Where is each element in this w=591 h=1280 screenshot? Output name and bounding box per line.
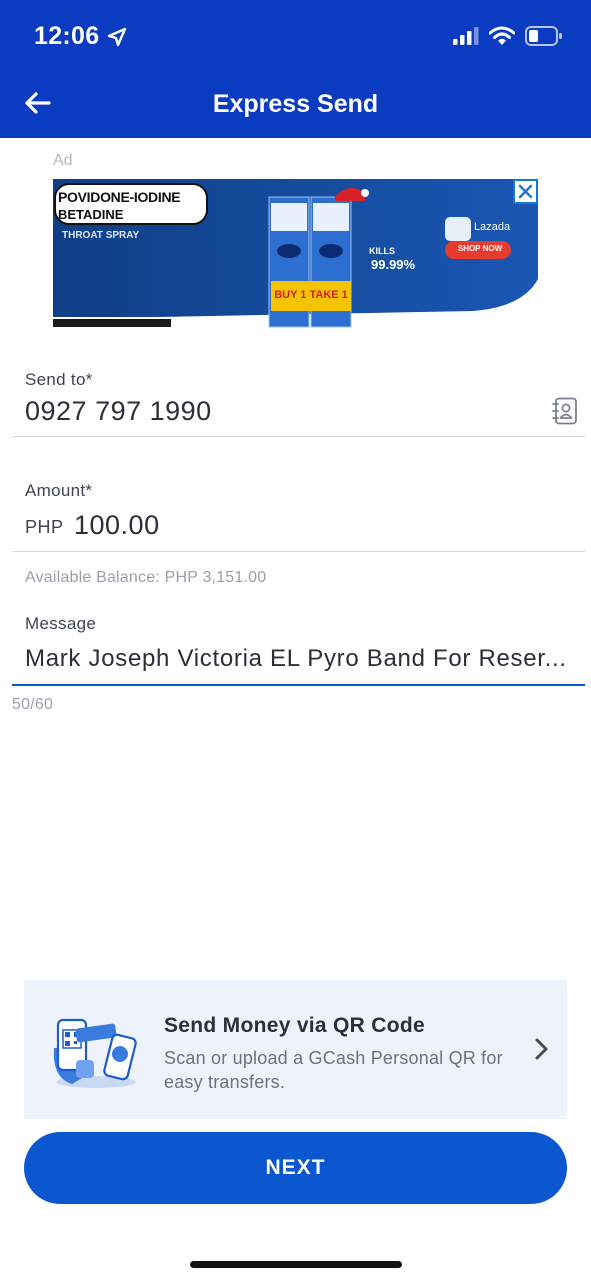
ad-kills-text: KILLS [369,246,395,256]
ad-product-type: THROAT SPRAY [62,230,140,241]
amount-label: Amount* [25,481,93,500]
ad-banner[interactable]: POVIDONE-IODINE BETADINE THROAT SPRAY BU… [53,179,538,329]
send-via-qr-card[interactable]: Send Money via QR Code Scan or upload a … [24,980,567,1119]
close-icon [518,184,533,199]
cellular-signal-icon [453,27,479,45]
next-button[interactable]: NEXT [24,1132,567,1204]
qr-card-title: Send Money via QR Code [164,1014,425,1037]
send-to-input[interactable]: 0927 797 1990 [25,396,212,427]
location-arrow-icon [108,27,127,46]
amount-divider [12,551,585,552]
wifi-icon [489,26,515,45]
battery-icon [525,26,562,46]
ad-brand-line1: POVIDONE-IODINE [58,189,181,205]
ad-promo: BUY 1 TAKE 1 [274,289,348,301]
message-input[interactable]: Mark Joseph Victoria EL Pyro Band For Re… [25,645,567,673]
message-label: Message [25,614,97,633]
status-icons [453,26,563,46]
ad-close-button[interactable] [513,179,538,204]
ad-brand-line2: BETADINE [58,207,124,222]
contact-book-icon [552,397,577,425]
status-time: 12:06 [34,22,127,51]
ad-store-name: Lazada [474,221,511,233]
send-to-divider [12,436,585,437]
amount-input[interactable]: 100.00 [74,510,160,541]
qr-phones-illustration-icon [53,1018,137,1088]
ad-kills-value: 99.99% [371,257,416,272]
message-divider [12,684,585,686]
page-title: Express Send [212,90,379,118]
qr-card-description: Scan or upload a GCash Personal QR for e… [164,1048,503,1092]
send-to-label: Send to* [25,370,93,389]
ad-label: Ad [53,152,73,169]
home-indicator [190,1261,402,1268]
chevron-right-icon [535,1038,548,1060]
available-balance: Available Balance: PHP 3,151.00 [25,569,267,586]
app-header: 12:06 Express Send [0,0,591,138]
contacts-button[interactable] [552,397,578,430]
ad-cta: SHOP NOW [457,244,503,253]
status-time-text: 12:06 [34,22,100,50]
message-char-counter: 50/60 [12,696,54,713]
amount-currency: PHP [25,517,64,537]
